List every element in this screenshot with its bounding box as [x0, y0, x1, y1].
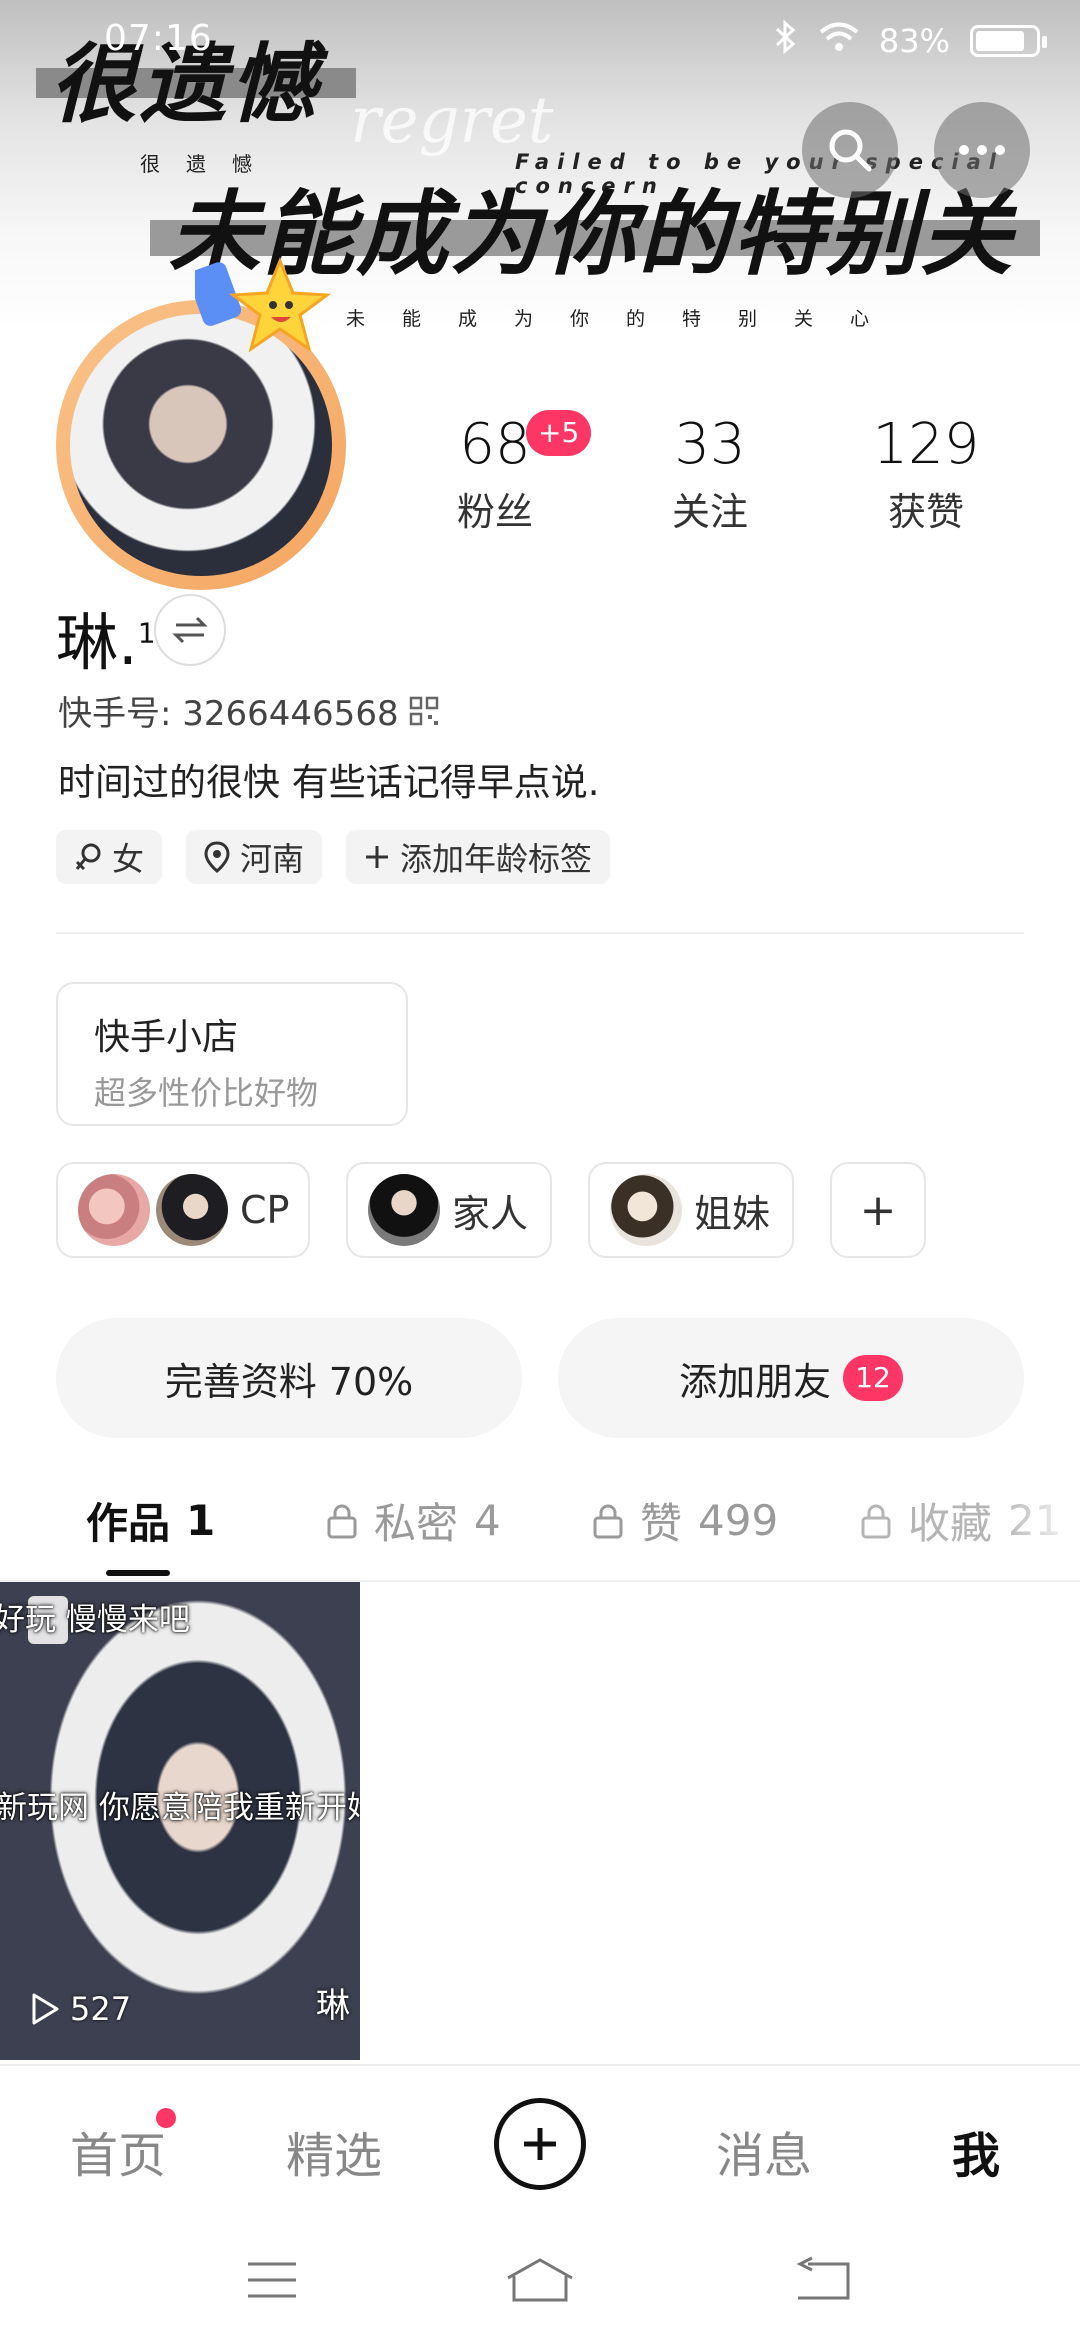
more-dots-icon	[959, 145, 1005, 155]
profile-name-sup: 1	[137, 616, 156, 650]
system-navigation-bar	[0, 2220, 1080, 2340]
bluetooth-icon	[773, 19, 799, 62]
video-play-count: 527	[30, 1990, 131, 2028]
content-tabs: 作品 1 私密 4 赞 499 收藏 21	[0, 1490, 1080, 1580]
group-cp[interactable]: CP	[56, 1162, 310, 1258]
tab-liked-count: 499	[698, 1496, 779, 1545]
video-card[interactable]: 好玩 慢慢来吧 新玩网 你愿意陪我重新开始吗？ 琳 527	[0, 1582, 360, 2060]
add-friends-button[interactable]: 添加朋友 12	[558, 1318, 1024, 1438]
bottom-navigation: 首页 精选 消息 我	[0, 2064, 1080, 2220]
banner-english-word: regret	[350, 84, 554, 158]
tab-works-count: 1	[186, 1496, 216, 1545]
home-icon[interactable]	[504, 2256, 576, 2304]
tabs-fade-overlay	[1000, 1490, 1080, 1570]
kuaishou-shop-card[interactable]: 快手小店 超多性价比好物	[56, 982, 408, 1126]
video-caption-top: 好玩 慢慢来吧	[0, 1602, 190, 1638]
kuaishou-id-text: 快手号: 3266446568	[58, 694, 399, 734]
lock-icon	[327, 1504, 357, 1538]
divider	[56, 932, 1024, 934]
profile-name: 琳.1	[56, 592, 156, 682]
tag-location-label: 河南	[240, 840, 305, 878]
profile-banner: 很遗憾 很遗憾 regret Failed to be your special…	[0, 0, 1080, 330]
nav-home[interactable]: 首页	[70, 2116, 166, 2186]
nav-featured[interactable]: 精选	[286, 2116, 382, 2186]
tab-liked[interactable]: 赞 499	[592, 1490, 778, 1551]
complete-profile-button[interactable]: 完善资料 70%	[56, 1318, 522, 1438]
tab-liked-label: 赞	[640, 1499, 683, 1548]
fans-label: 粉丝	[456, 490, 533, 534]
create-post-button[interactable]	[494, 2098, 586, 2190]
play-count-text: 527	[70, 1990, 132, 2028]
battery-icon	[970, 25, 1047, 57]
tag-location[interactable]: 河南	[186, 830, 323, 884]
plus-icon	[366, 846, 389, 868]
female-icon	[75, 843, 101, 871]
tag-add-age[interactable]: 添加年龄标签	[346, 830, 611, 884]
group-cp-label: CP	[240, 1188, 290, 1232]
following-count: 33	[674, 412, 746, 477]
fans-new-badge: +5	[526, 410, 592, 456]
play-icon	[32, 1993, 59, 2025]
kuaishou-id[interactable]: 快手号: 3266446568	[58, 686, 439, 735]
wifi-icon	[819, 21, 859, 61]
stat-likes[interactable]: 129 获赞	[836, 412, 1016, 536]
profile-tags: 女 河南 添加年龄标签	[56, 830, 611, 884]
profile-name-text: 琳.	[56, 606, 138, 679]
following-label: 关注	[671, 490, 748, 534]
banner-subtitle-secondary: 未能成为你的特别关心	[346, 308, 907, 330]
video-watermark: 琳	[316, 1986, 350, 2026]
more-button[interactable]	[934, 102, 1030, 198]
lock-icon	[861, 1504, 891, 1538]
back-icon[interactable]	[794, 2256, 854, 2304]
tab-private-count: 4	[474, 1496, 501, 1545]
tag-gender[interactable]: 女	[56, 830, 163, 884]
tab-works[interactable]: 作品 1	[86, 1490, 215, 1551]
stat-following[interactable]: 33 关注	[620, 412, 800, 536]
shop-subtitle: 超多性价比好物	[94, 1074, 319, 1112]
location-icon	[204, 841, 230, 873]
shop-title: 快手小店	[94, 1017, 239, 1058]
avatar-star-sticker-icon	[195, 257, 332, 353]
tab-works-label: 作品	[86, 1499, 171, 1548]
tab-private[interactable]: 私密 4	[326, 1490, 501, 1551]
status-bar: 07:16 83%	[0, 0, 1080, 80]
switch-arrows-icon	[172, 616, 208, 644]
video-caption-middle: 新玩网 你愿意陪我重新开始吗？	[0, 1790, 360, 1826]
likes-label: 获赞	[887, 490, 964, 534]
status-indicators: 83%	[773, 19, 1047, 62]
nav-home-notification-dot	[156, 2108, 176, 2128]
complete-profile-label: 完善资料 70%	[164, 1359, 414, 1404]
profile-bio: 时间过的很快 有些话记得早点说.	[58, 761, 600, 804]
group-avatar	[156, 1174, 228, 1246]
add-group-plus: +	[859, 1184, 897, 1236]
plus-icon	[524, 2128, 556, 2160]
tag-add-age-label: 添加年龄标签	[400, 840, 593, 878]
likes-count: 129	[872, 412, 980, 477]
group-avatar	[78, 1174, 150, 1246]
tab-favorites-label: 收藏	[908, 1499, 993, 1548]
group-family-label: 家人	[452, 1191, 529, 1236]
status-time: 07:16	[104, 18, 213, 59]
group-family[interactable]: 家人	[346, 1162, 552, 1258]
group-avatar	[368, 1174, 440, 1246]
nav-me[interactable]: 我	[952, 2116, 1000, 2186]
switch-account-button[interactable]	[154, 594, 226, 666]
tab-private-label: 私密	[374, 1499, 459, 1548]
add-friends-label: 添加朋友	[679, 1359, 832, 1404]
tag-gender-label: 女	[112, 840, 145, 878]
group-avatar	[610, 1174, 682, 1246]
search-icon	[829, 129, 872, 172]
add-group-button[interactable]: +	[830, 1162, 926, 1258]
lock-icon	[593, 1504, 623, 1538]
group-sisters[interactable]: 姐妹	[588, 1162, 794, 1258]
nav-messages[interactable]: 消息	[716, 2116, 812, 2186]
battery-percent: 83%	[878, 22, 950, 60]
search-button[interactable]	[802, 102, 898, 198]
group-sisters-label: 姐妹	[694, 1191, 771, 1236]
menu-icon[interactable]	[244, 2256, 300, 2304]
qr-code-icon	[409, 696, 438, 725]
active-tab-indicator	[106, 1570, 170, 1576]
add-friends-badge: 12	[843, 1355, 903, 1401]
